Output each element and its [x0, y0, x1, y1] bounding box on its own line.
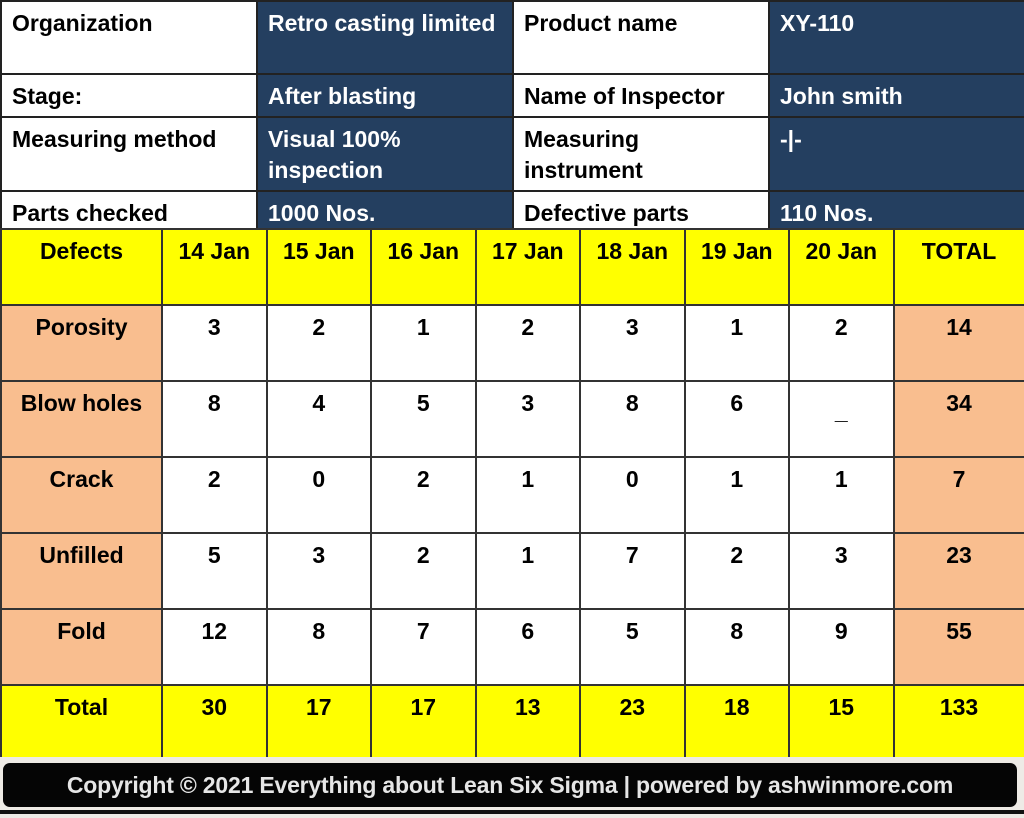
defect-count: 5 — [161, 532, 268, 610]
defect-count: 2 — [474, 304, 581, 382]
defect-count: 8 — [683, 608, 790, 686]
defect-count: 0 — [265, 456, 372, 534]
defect-count: 1 — [370, 304, 477, 382]
defect-count: 2 — [370, 532, 477, 610]
defect-name: Crack — [0, 456, 163, 534]
daily-total: 15 — [788, 684, 895, 760]
defect-count: 3 — [161, 304, 268, 382]
daily-total: 13 — [474, 684, 581, 760]
defect-count: 2 — [370, 456, 477, 534]
daily-total: 17 — [265, 684, 372, 760]
measuring-method-label: Measuring method — [0, 116, 258, 192]
defect-count: 1 — [683, 304, 790, 382]
defect-name: Unfilled — [0, 532, 163, 610]
defect-count: 4 — [265, 380, 372, 458]
organization-label: Organization — [0, 0, 258, 75]
table-row: Crack 2 0 2 1 0 1 1 7 — [0, 456, 1024, 534]
defect-count: 8 — [579, 380, 686, 458]
inspector-value: John smith — [768, 73, 1024, 118]
defect-count: 2 — [161, 456, 268, 534]
inspection-info-grid: Organization Retro casting limited Produ… — [0, 0, 1024, 235]
defect-count: 1 — [788, 456, 895, 534]
footer-divider — [0, 810, 1024, 814]
column-header-date: 19 Jan — [683, 228, 790, 306]
defect-name: Blow holes — [0, 380, 163, 458]
measuring-method-value: Visual 100% inspection — [256, 116, 514, 192]
defect-count: 2 — [683, 532, 790, 610]
defect-count: 5 — [370, 380, 477, 458]
defect-row-total: 14 — [892, 304, 1024, 382]
column-header-date: 17 Jan — [474, 228, 581, 306]
inspector-label: Name of Inspector — [512, 73, 770, 118]
measuring-instrument-label: Measuring instrument — [512, 116, 770, 192]
defect-count: 0 — [579, 456, 686, 534]
column-header-date: 15 Jan — [265, 228, 372, 306]
defect-count: 9 — [788, 608, 895, 686]
grand-total: 133 — [892, 684, 1024, 760]
measuring-instrument-value: -|- — [768, 116, 1024, 192]
defect-count: 1 — [474, 532, 581, 610]
table-header-row: Defects 14 Jan 15 Jan 16 Jan 17 Jan 18 J… — [0, 228, 1024, 306]
stage-label: Stage: — [0, 73, 258, 118]
daily-total: 23 — [579, 684, 686, 760]
stage-value: After blasting — [256, 73, 514, 118]
defect-count: 2 — [265, 304, 372, 382]
copyright-footer: Copyright © 2021 Everything about Lean S… — [3, 763, 1017, 807]
defect-count: 5 — [579, 608, 686, 686]
defect-count: 12 — [161, 608, 268, 686]
defect-check-sheet-table: Defects 14 Jan 15 Jan 16 Jan 17 Jan 18 J… — [0, 228, 1024, 760]
defect-count: 3 — [474, 380, 581, 458]
info-row: Stage: After blasting Name of Inspector … — [0, 73, 1024, 118]
table-row: Unfilled 5 3 2 1 7 2 3 23 — [0, 532, 1024, 610]
defect-row-total: 7 — [892, 456, 1024, 534]
daily-total: 17 — [370, 684, 477, 760]
defect-row-total: 55 — [892, 608, 1024, 686]
product-name-label: Product name — [512, 0, 770, 75]
defect-count: 3 — [265, 532, 372, 610]
info-row: Measuring method Visual 100% inspection … — [0, 116, 1024, 192]
defect-count: 7 — [579, 532, 686, 610]
column-header-total: TOTAL — [892, 228, 1024, 306]
defect-count: 3 — [788, 532, 895, 610]
column-header-date: 18 Jan — [579, 228, 686, 306]
defect-count: 1 — [474, 456, 581, 534]
column-header-date: 20 Jan — [788, 228, 895, 306]
defect-count: _ — [788, 380, 895, 458]
defect-count: 8 — [161, 380, 268, 458]
organization-value: Retro casting limited — [256, 0, 514, 75]
defect-row-total: 23 — [892, 532, 1024, 610]
defect-row-total: 34 — [892, 380, 1024, 458]
product-name-value: XY-110 — [768, 0, 1024, 75]
daily-total: 18 — [683, 684, 790, 760]
defect-count: 2 — [788, 304, 895, 382]
defect-count: 6 — [474, 608, 581, 686]
table-row: Fold 12 8 7 6 5 8 9 55 — [0, 608, 1024, 686]
defect-count: 1 — [683, 456, 790, 534]
defect-name: Fold — [0, 608, 163, 686]
defect-count: 7 — [370, 608, 477, 686]
total-row-label: Total — [0, 684, 163, 760]
defect-name: Porosity — [0, 304, 163, 382]
defect-count: 8 — [265, 608, 372, 686]
total-row: Total 30 17 17 13 23 18 15 133 — [0, 684, 1024, 760]
column-header-date: 16 Jan — [370, 228, 477, 306]
column-header-date: 14 Jan — [161, 228, 268, 306]
column-header-defects: Defects — [0, 228, 163, 306]
defect-count: 3 — [579, 304, 686, 382]
defect-count: 6 — [683, 380, 790, 458]
table-row: Blow holes 8 4 5 3 8 6 _ 34 — [0, 380, 1024, 458]
daily-total: 30 — [161, 684, 268, 760]
info-row: Organization Retro casting limited Produ… — [0, 0, 1024, 75]
table-row: Porosity 3 2 1 2 3 1 2 14 — [0, 304, 1024, 382]
